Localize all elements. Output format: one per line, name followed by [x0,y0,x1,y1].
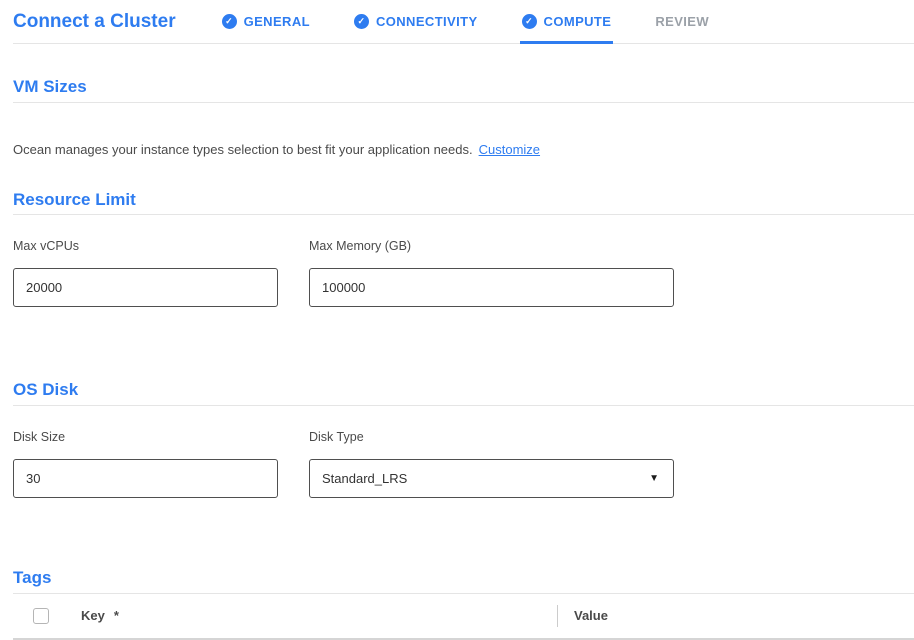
tab-compute[interactable]: ✓ COMPUTE [522,0,612,43]
resource-limit-section-header: Resource Limit [13,157,914,216]
tab-label: CONNECTIVITY [376,14,478,29]
vm-sizes-heading: VM Sizes [13,78,914,97]
vm-sizes-description: Ocean manages your instance types select… [13,142,914,157]
value-column-header-cell: Value [574,608,608,623]
check-circle-icon: ✓ [222,14,237,29]
disk-type-field-group: Disk Type Standard_LRS ▼ [309,430,674,498]
page-title: Connect a Cluster [13,11,176,33]
resource-limit-heading: Resource Limit [13,191,914,210]
tab-review[interactable]: REVIEW [655,0,709,43]
disk-type-label: Disk Type [309,430,674,444]
tab-label: COMPUTE [544,14,612,29]
disk-size-input[interactable] [13,459,278,498]
tags-table-header-row: Key * Value [13,594,914,640]
vm-sizes-description-text: Ocean manages your instance types select… [13,142,473,157]
max-vcpus-field-group: Max vCPUs [13,239,278,307]
tab-label: GENERAL [244,14,310,29]
tab-connectivity[interactable]: ✓ CONNECTIVITY [354,0,478,43]
os-disk-fields: Disk Size Disk Type Standard_LRS ▼ [13,430,914,498]
resource-limit-fields: Max vCPUs Max Memory (GB) [13,239,914,307]
check-circle-icon: ✓ [354,14,369,29]
customize-link[interactable]: Customize [479,142,540,157]
max-vcpus-label: Max vCPUs [13,239,278,253]
connect-cluster-page: Connect a Cluster ✓ GENERAL ✓ CONNECTIVI… [0,0,914,640]
tab-general[interactable]: ✓ GENERAL [222,0,310,43]
disk-size-field-group: Disk Size [13,430,278,498]
max-memory-field-group: Max Memory (GB) [309,239,674,307]
select-all-checkbox[interactable] [33,608,49,624]
tags-section-header: Tags [13,535,914,594]
column-divider [557,605,558,627]
vm-sizes-section-header: VM Sizes [13,44,914,103]
disk-type-select[interactable]: Standard_LRS ▼ [309,459,674,498]
tags-heading: Tags [13,569,914,588]
max-memory-label: Max Memory (GB) [309,239,674,253]
wizard-tabs: ✓ GENERAL ✓ CONNECTIVITY ✓ COMPUTE REVIE… [222,0,709,43]
os-disk-heading: OS Disk [13,381,914,400]
key-column-header: Key [81,608,105,623]
value-column-header: Value [574,608,608,623]
max-vcpus-input[interactable] [13,268,278,307]
check-circle-icon: ✓ [522,14,537,29]
key-required-marker: * [114,608,119,623]
disk-type-selected-value: Standard_LRS [322,471,407,486]
chevron-down-icon: ▼ [649,474,659,484]
key-column-header-cell: Key * [81,608,557,623]
max-memory-input[interactable] [309,268,674,307]
os-disk-section-header: OS Disk [13,347,914,406]
disk-size-label: Disk Size [13,430,278,444]
wizard-header: Connect a Cluster ✓ GENERAL ✓ CONNECTIVI… [13,0,914,44]
tab-label: REVIEW [655,14,709,29]
